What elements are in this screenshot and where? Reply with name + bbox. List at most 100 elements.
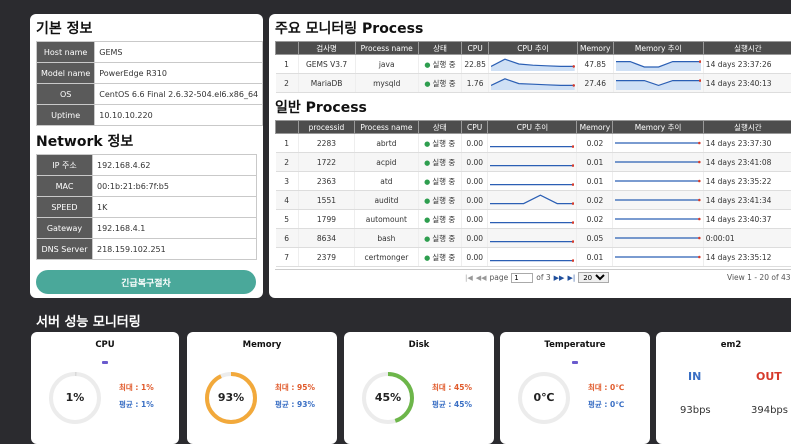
cpu-value: 0.00 bbox=[461, 152, 489, 172]
card-title: Memory bbox=[242, 340, 282, 350]
info-row-speed: SPEED 1K bbox=[36, 196, 257, 218]
column-header bbox=[275, 120, 299, 134]
cpu-value: 1.76 bbox=[461, 73, 490, 93]
process-id: 1722 bbox=[298, 152, 356, 172]
card-title: Temperature bbox=[544, 340, 606, 350]
info-value: 00:1b:21:b6:7f:b5 bbox=[92, 175, 257, 197]
cpu-value: 0.00 bbox=[461, 171, 489, 191]
card-indicator bbox=[572, 361, 578, 364]
info-value: GEMS bbox=[94, 41, 264, 63]
column-header: 상태 bbox=[417, 120, 462, 134]
column-header: Memory 추이 bbox=[612, 41, 704, 55]
info-label: Host name bbox=[35, 41, 96, 63]
process-name: certmonger bbox=[354, 247, 419, 267]
max-value: 최대 : 95% bbox=[275, 383, 315, 392]
info-row-mac: MAC 00:1b:21:b6:7f:b5 bbox=[36, 175, 257, 197]
memory-value: 0.01 bbox=[576, 171, 614, 191]
process-name: mysqld bbox=[355, 73, 419, 93]
memory-trend-chart bbox=[612, 228, 704, 248]
disk-card: Disk 45% 최대 : 45% 평균 : 45% bbox=[344, 332, 494, 444]
next-page-icon[interactable]: ▶▶ bbox=[554, 274, 565, 282]
row-number: 2 bbox=[275, 73, 299, 93]
column-header: 실행시간 bbox=[702, 41, 791, 55]
memory-value: 0.02 bbox=[576, 209, 614, 229]
cpu-value: 0.00 bbox=[461, 190, 489, 210]
prev-page-icon[interactable]: ◀◀ bbox=[476, 274, 487, 282]
process-name: bash bbox=[354, 228, 419, 248]
performance-section-title: 서버 성능 모니터링 bbox=[36, 315, 141, 330]
network-info-title: Network 정보 bbox=[36, 134, 134, 150]
status-cell: 실행 중 bbox=[418, 209, 462, 229]
network-traffic-card: em2 IN OUT 93bps 394bps bbox=[656, 332, 791, 444]
emergency-recovery-button[interactable]: 긴급복구절차 bbox=[36, 270, 256, 294]
info-label: Gateway bbox=[36, 217, 93, 239]
gauge-value: 0℃ bbox=[533, 391, 555, 404]
info-row-model: Model name PowerEdge R310 bbox=[35, 62, 264, 84]
row-number: 5 bbox=[275, 209, 299, 229]
cpu-trend-chart bbox=[487, 171, 578, 191]
process-id: 2283 bbox=[298, 133, 356, 153]
cpu-value: 0.00 bbox=[461, 247, 489, 267]
process-row[interactable]: 32363atd실행 중0.00 0.01 14 days 23:35:22 bbox=[275, 171, 791, 191]
runtime-value: 14 days 23:35:22 bbox=[703, 171, 791, 191]
runtime-value: 14 days 23:37:26 bbox=[703, 54, 791, 74]
process-id: 2363 bbox=[298, 171, 356, 191]
temperature-card: Temperature 0℃ 최대 : 0℃ 평균 : 0℃ bbox=[500, 332, 650, 444]
row-number: 1 bbox=[275, 133, 299, 153]
row-number: 3 bbox=[275, 171, 299, 191]
runtime-value: 14 days 23:37:30 bbox=[703, 133, 791, 153]
memory-value: 0.02 bbox=[576, 190, 614, 210]
rows-per-page-select[interactable]: 20 bbox=[578, 272, 610, 283]
gauge-value: 93% bbox=[217, 391, 245, 404]
card-title: CPU bbox=[95, 340, 115, 350]
last-page-icon[interactable]: ▶| bbox=[567, 274, 575, 282]
row-number: 1 bbox=[275, 54, 299, 74]
info-value: 10.10.10.220 bbox=[94, 104, 264, 126]
page-number-input[interactable] bbox=[511, 272, 534, 283]
column-header: Memory 추이 bbox=[612, 120, 704, 134]
check-name: MariaDB bbox=[298, 73, 356, 93]
outbound-value: 394bps bbox=[751, 405, 788, 416]
process-row[interactable]: 41551auditd실행 중0.00 0.02 14 days 23:41:34 bbox=[275, 190, 791, 210]
column-header: 상태 bbox=[417, 41, 463, 55]
info-label: DNS Server bbox=[36, 238, 93, 260]
info-label: IP 주소 bbox=[36, 154, 93, 176]
process-name: abrtd bbox=[354, 133, 419, 153]
outbound-label: OUT bbox=[756, 370, 782, 383]
inbound-label: IN bbox=[688, 370, 702, 383]
avg-value: 평균 : 0℃ bbox=[588, 400, 625, 409]
main-process-title: 주요 모니터링 Process bbox=[275, 21, 424, 37]
info-label: MAC bbox=[36, 175, 93, 197]
basic-info-title: 기본 정보 bbox=[36, 21, 93, 37]
process-row[interactable]: 1GEMS V3.7java실행 중22.85 47.85 14 days 23:3… bbox=[275, 54, 791, 74]
cpu-trend-chart bbox=[487, 247, 578, 267]
cpu-trend-chart bbox=[487, 209, 578, 229]
column-header: Process name bbox=[354, 120, 419, 134]
process-row[interactable]: 12283abrtd실행 중0.00 0.02 14 days 23:37:30 bbox=[275, 133, 791, 153]
runtime-value: 14 days 23:40:13 bbox=[703, 73, 791, 93]
process-row[interactable]: 68634bash실행 중0.00 0.05 0:00:01 bbox=[275, 228, 791, 248]
cpu-trend-chart bbox=[488, 73, 578, 93]
memory-value: 0.02 bbox=[576, 133, 614, 153]
gauge-value: 1% bbox=[65, 391, 85, 404]
network-info-table: IP 주소 192.168.4.62 MAC 00:1b:21:b6:7f:b5 S… bbox=[36, 154, 257, 260]
status-cell: 실행 중 bbox=[418, 228, 462, 248]
column-header: CPU bbox=[460, 120, 489, 134]
max-value: 최대 : 1% bbox=[119, 383, 154, 392]
column-header: Memory bbox=[576, 120, 614, 134]
memory-trend-chart bbox=[612, 133, 704, 153]
process-row[interactable]: 51799automount실행 중0.00 0.02 14 days 23:40:… bbox=[275, 209, 791, 229]
card-stats: 최대 : 45% 평균 : 45% bbox=[432, 379, 472, 413]
column-header: CPU bbox=[461, 41, 490, 55]
status-cell: 실행 중 bbox=[418, 190, 462, 210]
runtime-value: 14 days 23:35:12 bbox=[703, 247, 791, 267]
process-row[interactable]: 2MariaDBmysqld실행 중1.76 27.46 14 days 23:40… bbox=[275, 73, 791, 93]
process-id: 2379 bbox=[298, 247, 356, 267]
process-row[interactable]: 72379certmonger실행 중0.00 0.01 14 days 23:35… bbox=[275, 247, 791, 267]
process-row[interactable]: 21722acpid실행 중0.00 0.01 14 days 23:41:08 bbox=[275, 152, 791, 172]
column-header bbox=[275, 41, 299, 55]
memory-value: 47.85 bbox=[577, 54, 614, 74]
memory-trend-chart bbox=[612, 209, 704, 229]
row-number: 2 bbox=[275, 152, 299, 172]
first-page-icon[interactable]: |◀ bbox=[465, 274, 473, 282]
